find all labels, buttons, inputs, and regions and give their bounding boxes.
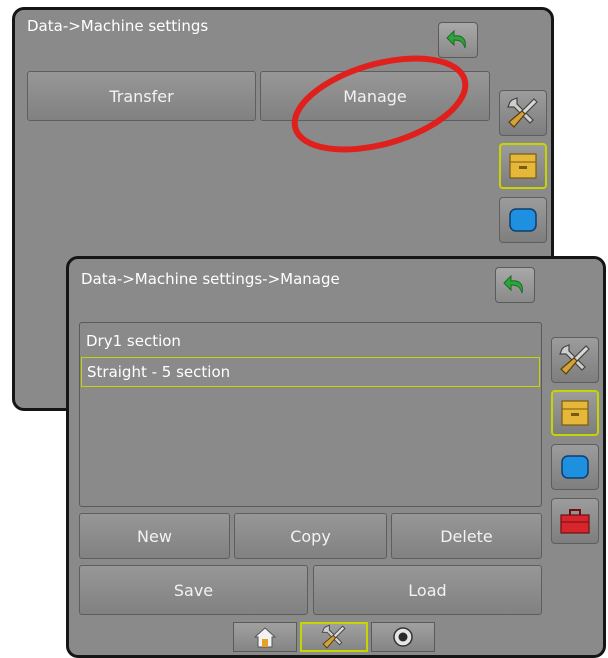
back-arrow-icon [503,274,523,294]
toolbox-icon [560,509,590,534]
transfer-button[interactable]: Transfer [27,71,256,121]
window-title: Data->Machine settings [27,17,209,35]
machine-list: Dry1 section Straight - 5 section [79,322,542,507]
tools-icon [559,344,590,375]
list-item-selected[interactable]: Straight - 5 section [81,357,540,387]
tools-icon [507,97,538,128]
back-button[interactable] [495,267,535,303]
sidebar-tools-button[interactable] [551,337,599,383]
file-cabinet-icon [509,153,537,179]
tools-icon [321,624,346,649]
sidebar-data-button[interactable] [551,390,599,436]
copy-button[interactable]: Copy [234,513,387,559]
highlight-ellipse [291,55,469,153]
new-button[interactable]: New [79,513,230,559]
window-title: Data->Machine settings->Manage [81,270,340,288]
save-button[interactable]: Save [79,565,308,615]
tab-home[interactable] [233,622,297,652]
sidebar-tools-button[interactable] [499,90,547,136]
list-item[interactable]: Dry1 section [81,328,540,354]
tab-tools[interactable] [300,622,368,652]
sidebar-display-button[interactable] [551,444,599,490]
sidebar-display-button[interactable] [499,197,547,243]
home-icon [253,627,277,648]
file-cabinet-icon [561,400,589,426]
tab-camera[interactable] [371,622,435,652]
sidebar-data-button[interactable] [499,143,547,189]
sidebar-toolbox-button[interactable] [551,498,599,544]
camera-icon [393,627,413,647]
load-button[interactable]: Load [313,565,542,615]
monitor-icon [509,208,537,232]
delete-button[interactable]: Delete [391,513,542,559]
manage-window: Data->Machine settings->Manage Dry1 sect… [66,256,606,658]
monitor-icon [561,455,589,479]
